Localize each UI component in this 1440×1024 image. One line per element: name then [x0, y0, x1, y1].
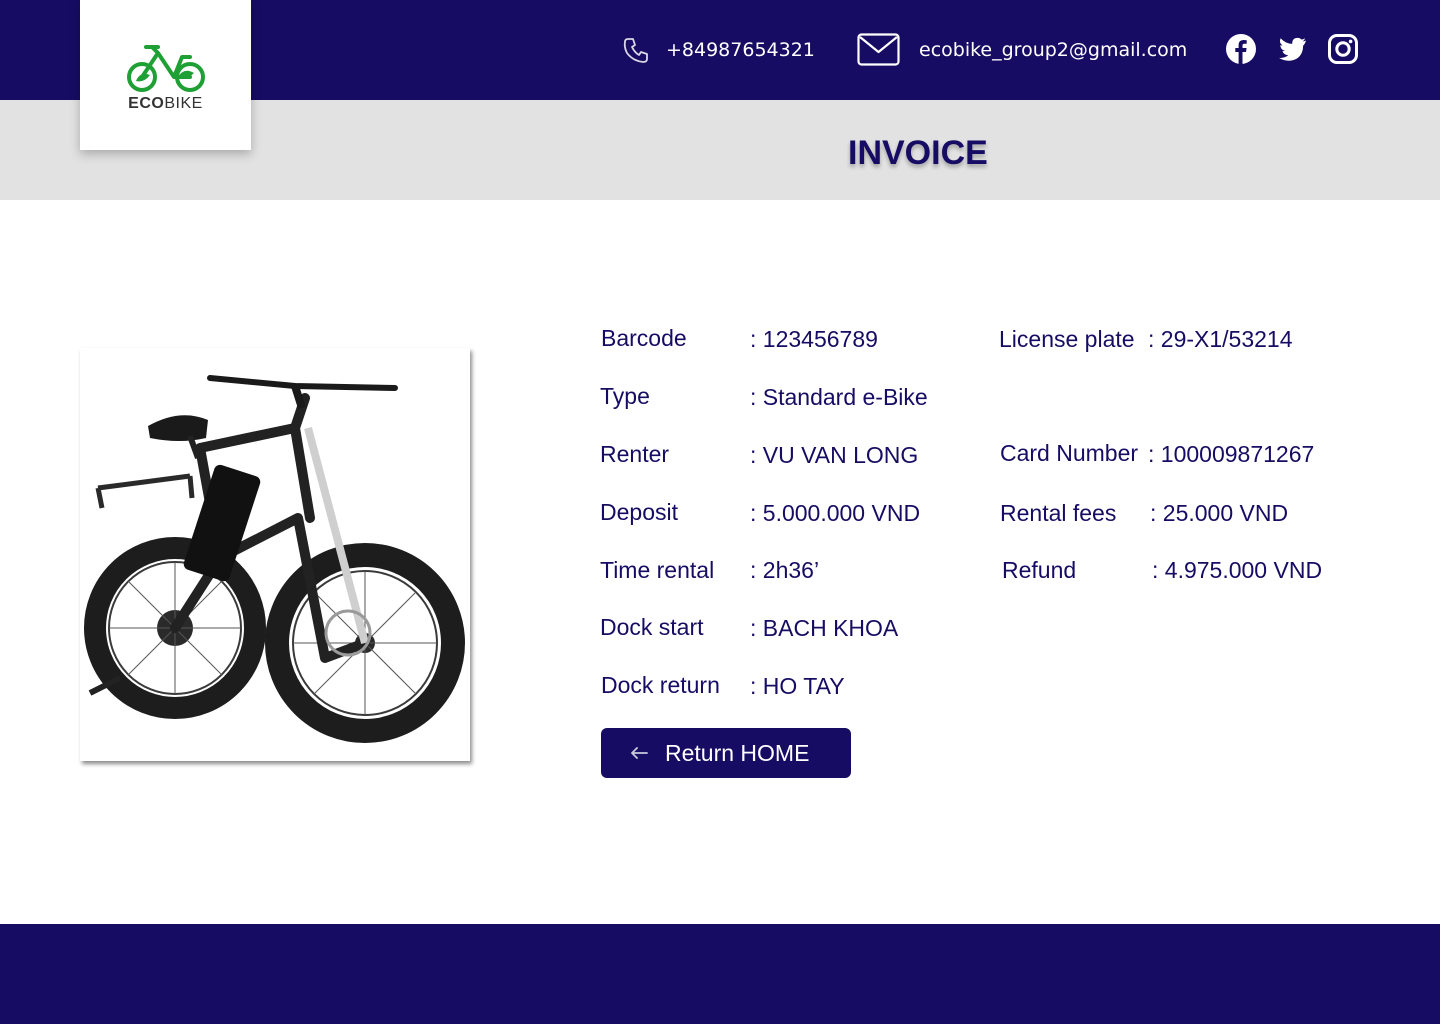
dock-return-label: Dock return — [601, 672, 720, 698]
arrow-left-icon — [631, 747, 648, 759]
rental-fees-label: Rental fees — [1000, 500, 1117, 526]
return-home-button[interactable]: Return HOME — [601, 728, 851, 778]
time-rental-label: Time rental — [600, 557, 715, 583]
dock-start-label: Dock start — [600, 614, 704, 640]
license-plate-value: : 29-X1/53214 — [1148, 326, 1293, 352]
dock-return-value: : HO TAY — [750, 673, 845, 699]
deposit-value: : 5.000.000 VND — [750, 500, 921, 526]
barcode-label: Barcode — [601, 325, 687, 351]
deposit-label: Deposit — [600, 499, 678, 525]
card-number-label: Card Number — [1000, 440, 1139, 466]
dock-start-value: : BACH KHOA — [750, 615, 899, 641]
mail-icon — [857, 33, 900, 66]
contact-phone[interactable]: +84987654321 — [622, 36, 815, 64]
twitter-link[interactable] — [1276, 33, 1308, 65]
facebook-icon — [1226, 34, 1256, 64]
facebook-link[interactable] — [1225, 33, 1257, 65]
instagram-link[interactable] — [1327, 33, 1359, 65]
phone-number: +84987654321 — [666, 39, 815, 61]
phone-icon — [623, 38, 648, 63]
return-home-label: Return HOME — [665, 739, 810, 766]
bike-logo-icon — [126, 45, 205, 92]
type-value: : Standard e-Bike — [750, 384, 928, 410]
footer-bar — [0, 924, 1440, 1024]
renter-label: Renter — [600, 441, 670, 467]
ebike-illustration — [84, 375, 465, 743]
license-plate-label: License plate — [999, 326, 1135, 352]
card-number-value: : 100009871267 — [1148, 441, 1315, 467]
rental-fees-value: : 25.000 VND — [1150, 500, 1289, 526]
page-title: INVOICE — [848, 134, 988, 172]
type-label: Type — [600, 383, 650, 409]
brand-eco: ECO — [128, 95, 165, 112]
ecobike-logo[interactable]: ECOBIKE — [80, 0, 251, 150]
renter-value: : VU VAN LONG — [750, 442, 919, 468]
refund-value: : 4.975.000 VND — [1152, 557, 1323, 583]
brand-wordmark: ECOBIKE — [128, 95, 203, 113]
bike-image — [80, 348, 470, 761]
email-address: ecobike_group2@gmail.com — [919, 38, 1188, 61]
instagram-icon — [1328, 34, 1358, 64]
barcode-value: : 123456789 — [750, 326, 878, 352]
brand-bike: BIKE — [164, 95, 203, 112]
refund-label: Refund — [1002, 557, 1077, 583]
time-rental-value: : 2h36’ — [750, 557, 820, 583]
contact-email[interactable]: ecobike_group2@gmail.com — [857, 33, 1187, 66]
twitter-icon — [1279, 37, 1306, 61]
